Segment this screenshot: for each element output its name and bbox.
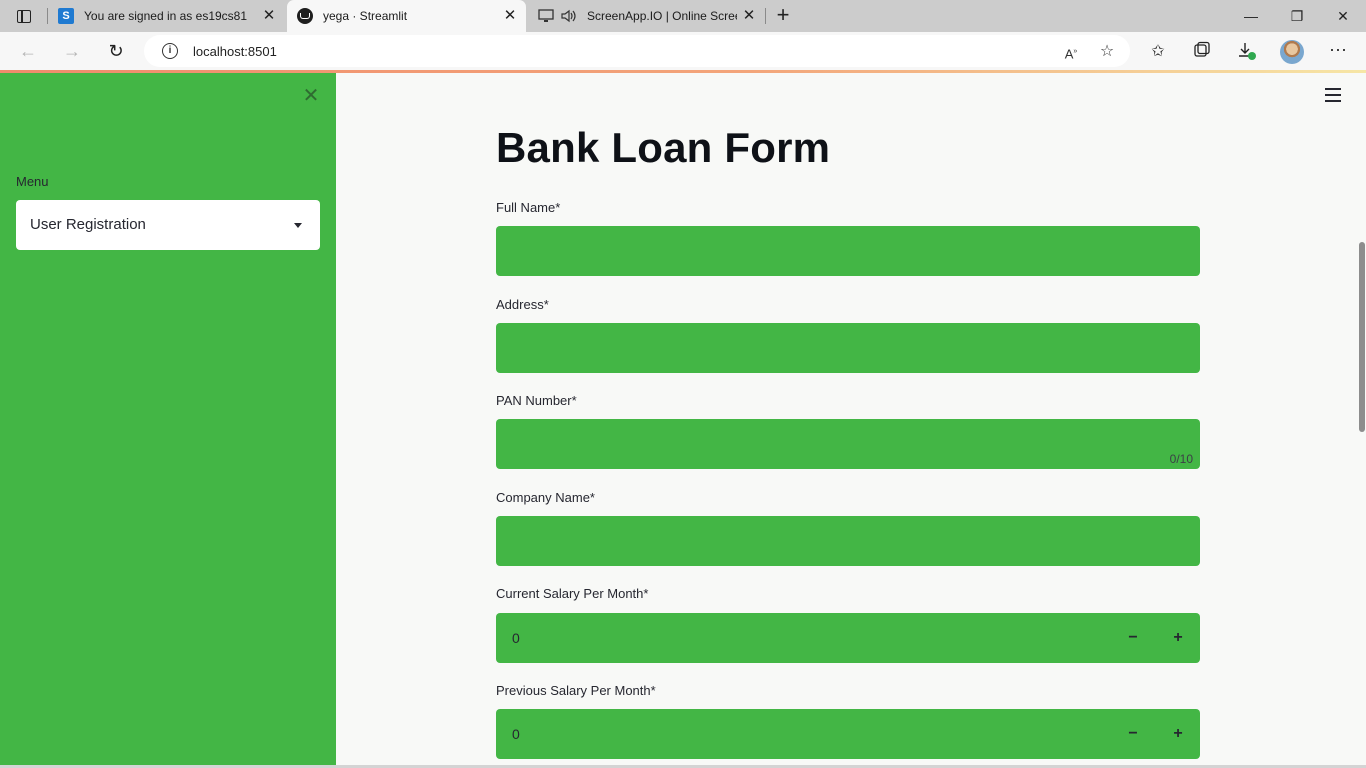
tab-close-icon[interactable]: ✕ [261, 8, 277, 24]
s-favicon-icon: S [58, 8, 74, 24]
previous-salary-label: Previous Salary Per Month* [496, 683, 656, 698]
tab-separator [765, 8, 766, 24]
minimize-button[interactable]: — [1228, 0, 1274, 32]
decrement-button[interactable]: − [1111, 709, 1155, 759]
favorites-icon[interactable]: ✩ [1147, 41, 1169, 63]
full-name-input[interactable] [496, 226, 1200, 276]
url-text[interactable]: localhost:8501 [193, 44, 277, 59]
address-bar[interactable]: i localhost:8501 A» ☆ [144, 35, 1130, 67]
tab-screenapp[interactable]: ScreenApp.IO | Online Scree ✕ [527, 0, 765, 32]
previous-salary-stepper[interactable]: 0 − + [496, 709, 1200, 759]
full-name-label: Full Name* [496, 200, 561, 215]
decrement-button[interactable]: − [1111, 613, 1155, 663]
browser-toolbar: ← → ↻ i localhost:8501 A» ☆ ✩ ··· [0, 32, 1366, 70]
address-input[interactable] [496, 323, 1200, 373]
tab-title: ScreenApp.IO | Online Scree [587, 9, 737, 23]
back-arrow-icon[interactable]: ← [14, 39, 42, 63]
company-name-input[interactable] [496, 516, 1200, 566]
pan-char-counter: 0/10 [1169, 452, 1193, 466]
pan-number-label: PAN Number* [496, 393, 577, 408]
tab-actions-icon[interactable] [10, 5, 38, 27]
pan-number-input[interactable]: 0/10 [496, 419, 1200, 469]
screen-share-icon [537, 8, 555, 24]
menu-label: Menu [16, 174, 49, 189]
increment-button[interactable]: + [1156, 709, 1200, 759]
tab-signed-in[interactable]: S You are signed in as es19cs81 ✕ [48, 0, 285, 32]
page-title: Bank Loan Form [496, 124, 831, 171]
tab-close-icon[interactable]: ✕ [741, 8, 757, 24]
tab-title: yega · Streamlit [323, 9, 408, 23]
page-scrollbar[interactable] [1359, 242, 1365, 432]
new-tab-button[interactable]: + [772, 4, 794, 27]
tab-title: You are signed in as es19cs81 [84, 9, 248, 23]
add-favorite-icon[interactable]: ☆ [1098, 43, 1116, 61]
collections-icon[interactable] [1191, 41, 1213, 63]
tab-close-icon[interactable]: ✕ [502, 8, 518, 24]
increment-button[interactable]: + [1156, 613, 1200, 663]
tab-streamlit[interactable]: yega · Streamlit ✕ [287, 0, 526, 32]
read-aloud-icon[interactable]: A» [1062, 43, 1080, 61]
menu-select[interactable]: User Registration [16, 200, 320, 250]
restore-button[interactable]: ❐ [1274, 0, 1320, 32]
previous-salary-value[interactable]: 0 [512, 726, 520, 742]
speaker-icon [561, 8, 577, 24]
reload-icon[interactable]: ↻ [102, 39, 130, 63]
more-options-icon[interactable]: ··· [1327, 40, 1349, 63]
current-salary-value[interactable]: 0 [512, 630, 520, 646]
menu-select-value: User Registration [30, 216, 146, 233]
site-info-icon[interactable]: i [162, 43, 178, 59]
forward-arrow-icon[interactable]: → [58, 39, 86, 63]
current-salary-label: Current Salary Per Month* [496, 586, 649, 601]
sidebar: ✕ Menu User Registration [0, 73, 336, 768]
chevron-down-icon [294, 223, 302, 228]
address-label: Address* [496, 297, 549, 312]
company-name-label: Company Name* [496, 490, 595, 505]
downloads-icon[interactable] [1236, 41, 1258, 63]
current-salary-stepper[interactable]: 0 − + [496, 613, 1200, 663]
sidebar-close-icon[interactable]: ✕ [302, 86, 320, 106]
browser-tab-bar: S You are signed in as es19cs81 ✕ yega ·… [0, 0, 1366, 32]
hamburger-menu-icon[interactable] [1325, 88, 1341, 102]
profile-avatar[interactable] [1280, 40, 1304, 64]
window-close-button[interactable]: ✕ [1320, 0, 1366, 32]
streamlit-icon [297, 8, 313, 24]
